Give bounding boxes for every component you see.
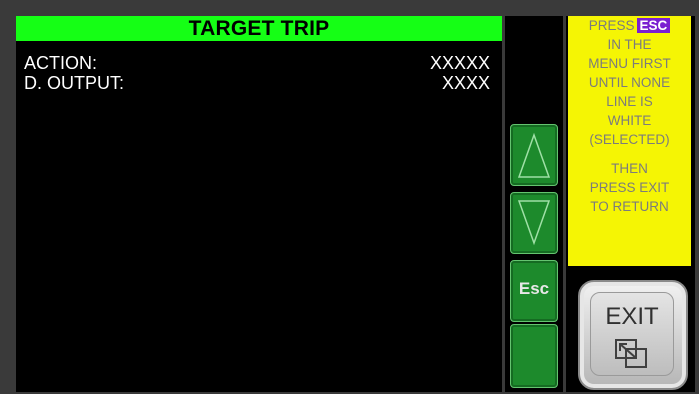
triangle-up-icon [517, 132, 551, 178]
instruction-line: LINE IS [606, 94, 653, 109]
instruction-prefix: PRESS [588, 18, 635, 33]
main-screen: TARGET TRIP ACTION: XXXXX D. OUTPUT: XXX… [16, 16, 502, 392]
instruction-line: PRESS ESC [568, 16, 691, 35]
esc-badge: ESC [636, 18, 671, 33]
instruction-line: (SELECTED) [589, 132, 670, 147]
instruction-line: UNTIL NONE [588, 75, 671, 90]
navigation-button-column: Esc [505, 16, 563, 392]
instruction-box: PRESS ESC IN THE MENU FIRST UNTIL NONE LI… [568, 16, 691, 266]
return-arrow-icon [615, 339, 647, 368]
down-button[interactable] [510, 192, 558, 254]
triangle-down-icon [517, 200, 551, 246]
instruction-line: TO RETURN [590, 199, 669, 214]
instruction-line: PRESS EXIT [589, 180, 670, 195]
row-label: ACTION: [24, 53, 98, 73]
row-label: D. OUTPUT: [24, 73, 125, 93]
instruction-line: WHITE [607, 113, 652, 128]
instruction-line: IN THE [607, 37, 652, 52]
device-frame: TARGET TRIP ACTION: XXXXX D. OUTPUT: XXX… [0, 0, 699, 394]
instruction-gap [568, 149, 691, 159]
exit-button[interactable]: EXIT [578, 280, 688, 390]
menu-row-action[interactable]: ACTION: XXXXX [24, 52, 490, 74]
blank-button[interactable] [510, 324, 558, 388]
exit-button-label: EXIT [605, 303, 659, 330]
exit-button-face: EXIT [590, 292, 674, 376]
menu-row-d-output[interactable]: D. OUTPUT: XXXX [24, 72, 490, 94]
esc-button-label: Esc [518, 279, 550, 298]
row-value: XXXX [441, 73, 490, 93]
esc-button[interactable]: Esc [510, 260, 558, 322]
right-panel: PRESS ESC IN THE MENU FIRST UNTIL NONE LI… [566, 16, 695, 392]
up-button[interactable] [510, 124, 558, 186]
instruction-line: MENU FIRST [588, 56, 671, 71]
screen-title: TARGET TRIP [16, 16, 502, 41]
instruction-line: THEN [611, 161, 648, 176]
row-value: XXXXX [429, 53, 490, 73]
